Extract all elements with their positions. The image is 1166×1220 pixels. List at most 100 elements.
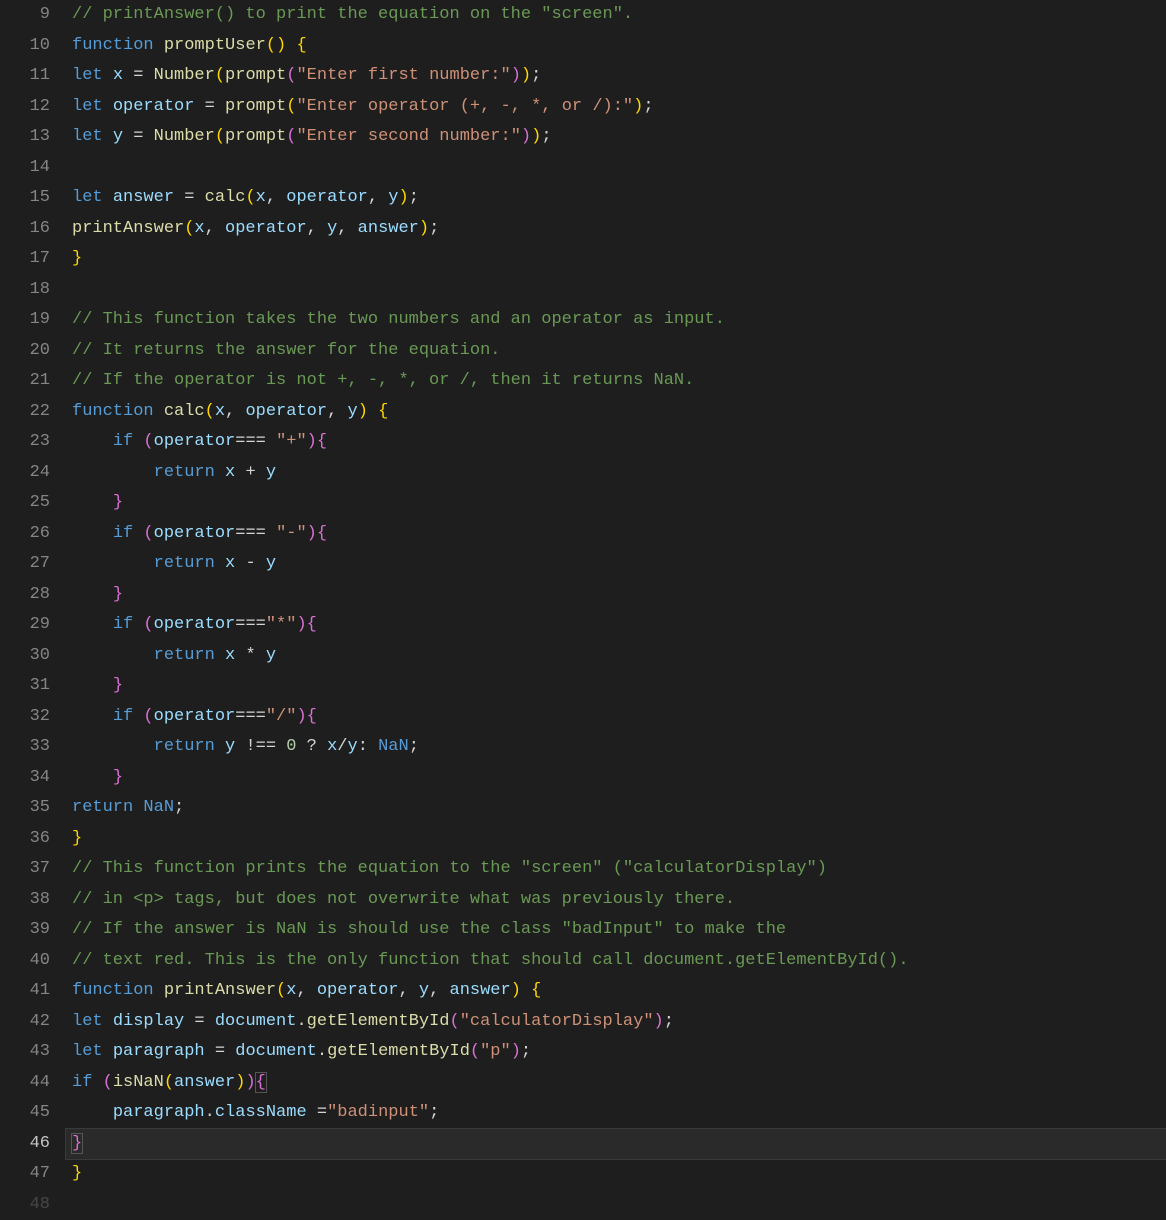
token: ; — [409, 737, 419, 756]
code-line[interactable]: } — [72, 1159, 1166, 1190]
token: NaN — [378, 737, 409, 756]
token: operator — [154, 432, 236, 451]
code-line[interactable]: let paragraph = document.getElementById(… — [72, 1037, 1166, 1068]
code-line[interactable] — [72, 1190, 1166, 1220]
token: ) — [399, 188, 409, 207]
code-line[interactable]: // This function takes the two numbers a… — [72, 305, 1166, 336]
token: x — [225, 554, 235, 573]
token: y — [419, 981, 429, 1000]
code-line[interactable]: return x * y — [72, 641, 1166, 672]
line-number-gutter: 9101112131415161718192021222324252627282… — [0, 0, 72, 1220]
token: ) — [245, 1073, 255, 1092]
code-line[interactable]: function calc(x, operator, y) { — [72, 397, 1166, 428]
token: } — [72, 1164, 82, 1183]
token: { — [317, 432, 327, 451]
token: { — [256, 1073, 266, 1092]
token: ) — [654, 1012, 664, 1031]
code-line[interactable]: // printAnswer() to print the equation o… — [72, 0, 1166, 31]
token — [72, 707, 113, 726]
line-number: 26 — [0, 519, 50, 550]
token: "badinput" — [327, 1103, 429, 1122]
code-line[interactable] — [72, 153, 1166, 184]
token: operator — [317, 981, 399, 1000]
token: calc — [164, 402, 205, 421]
code-line[interactable]: } — [72, 488, 1166, 519]
code-line[interactable]: return y !== 0 ? x/y: NaN; — [72, 732, 1166, 763]
line-number: 46 — [0, 1129, 50, 1160]
token: return — [154, 554, 225, 573]
line-number: 19 — [0, 305, 50, 336]
token: if — [113, 524, 144, 543]
code-line[interactable]: let display = document.getElementById("c… — [72, 1007, 1166, 1038]
token: ( — [143, 432, 153, 451]
token: . — [296, 1012, 306, 1031]
code-line[interactable]: } — [72, 244, 1166, 275]
code-line[interactable]: printAnswer(x, operator, y, answer); — [72, 214, 1166, 245]
token — [72, 1103, 113, 1122]
token: function — [72, 402, 164, 421]
token: ( — [143, 524, 153, 543]
code-line[interactable]: let x = Number(prompt("Enter first numbe… — [72, 61, 1166, 92]
line-number: 14 — [0, 153, 50, 184]
code-line[interactable]: } — [72, 763, 1166, 794]
code-line[interactable] — [72, 275, 1166, 306]
token: "Enter second number:" — [296, 127, 520, 146]
code-line[interactable]: return NaN; — [72, 793, 1166, 824]
token: ( — [143, 707, 153, 726]
code-line[interactable]: // If the operator is not +, -, *, or /,… — [72, 366, 1166, 397]
token — [72, 615, 113, 634]
code-line[interactable]: let answer = calc(x, operator, y); — [72, 183, 1166, 214]
code-line[interactable]: paragraph.className ="badinput"; — [72, 1098, 1166, 1129]
line-number: 27 — [0, 549, 50, 580]
code-line[interactable]: function promptUser() { — [72, 31, 1166, 62]
code-line[interactable]: } — [72, 671, 1166, 702]
code-line[interactable]: if (isNaN(answer)){ — [72, 1068, 1166, 1099]
token: paragraph — [113, 1042, 205, 1061]
token: ) — [419, 219, 429, 238]
token: className — [215, 1103, 307, 1122]
line-number: 44 — [0, 1068, 50, 1099]
code-line[interactable]: let operator = prompt("Enter operator (+… — [72, 92, 1166, 123]
code-line[interactable]: return x - y — [72, 549, 1166, 580]
line-number: 43 — [0, 1037, 50, 1068]
token — [72, 432, 113, 451]
code-line[interactable]: } — [66, 1129, 1166, 1160]
code-line[interactable]: // text red. This is the only function t… — [72, 946, 1166, 977]
token: let — [72, 1042, 113, 1061]
token: x — [113, 66, 123, 85]
code-line[interactable]: } — [72, 824, 1166, 855]
token: answer — [450, 981, 511, 1000]
code-line[interactable]: } — [72, 580, 1166, 611]
line-number: 13 — [0, 122, 50, 153]
token — [72, 524, 113, 543]
token: if — [113, 615, 144, 634]
token: = — [205, 1042, 236, 1061]
code-line[interactable]: if (operator==="*"){ — [72, 610, 1166, 641]
code-line[interactable]: if (operator==="/"){ — [72, 702, 1166, 733]
code-line[interactable]: // If the answer is NaN is should use th… — [72, 915, 1166, 946]
token — [72, 463, 154, 482]
token: ) { — [358, 402, 389, 421]
line-number: 16 — [0, 214, 50, 245]
token — [72, 676, 113, 695]
token: return — [154, 463, 225, 482]
code-line[interactable]: // in <p> tags, but does not overwrite w… — [72, 885, 1166, 916]
code-line[interactable]: // It returns the answer for the equatio… — [72, 336, 1166, 367]
token: // text red. This is the only function t… — [72, 951, 909, 970]
token: answer — [113, 188, 174, 207]
code-line[interactable]: if (operator=== "+"){ — [72, 427, 1166, 458]
code-line[interactable]: function printAnswer(x, operator, y, ans… — [72, 976, 1166, 1007]
line-number: 12 — [0, 92, 50, 123]
code-line[interactable]: let y = Number(prompt("Enter second numb… — [72, 122, 1166, 153]
code-line[interactable]: return x + y — [72, 458, 1166, 489]
token: "calculatorDisplay" — [460, 1012, 654, 1031]
token — [72, 768, 113, 787]
code-line[interactable]: // This function prints the equation to … — [72, 854, 1166, 885]
token: ; — [409, 188, 419, 207]
code-area[interactable]: // printAnswer() to print the equation o… — [72, 0, 1166, 1220]
code-editor[interactable]: 9101112131415161718192021222324252627282… — [0, 0, 1166, 1220]
token: promptUser — [164, 36, 266, 55]
token: y — [266, 646, 276, 665]
line-number: 20 — [0, 336, 50, 367]
code-line[interactable]: if (operator=== "-"){ — [72, 519, 1166, 550]
